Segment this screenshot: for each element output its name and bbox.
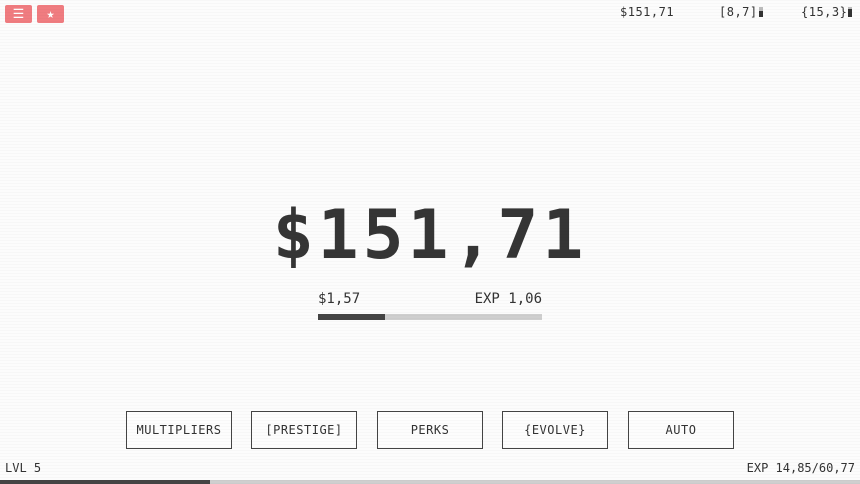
header-bracket-value: [8,7]	[719, 5, 758, 19]
perks-button[interactable]: PERKS	[377, 411, 483, 449]
main-money-display[interactable]: $151,71	[0, 196, 860, 275]
tick-progress-bar	[318, 314, 542, 320]
brace-level-bar	[848, 7, 853, 17]
menu-icon[interactable]: ☰	[5, 5, 32, 23]
bracket-level-fill	[758, 11, 763, 17]
multipliers-button[interactable]: MULTIPLIERS	[126, 411, 232, 449]
header-brace-value: {15,3}	[801, 5, 848, 19]
exp-progress-bar	[0, 480, 860, 484]
star-icon[interactable]: ★	[37, 5, 64, 23]
level-label: LVL 5	[5, 461, 42, 475]
brace-level-fill	[848, 9, 853, 17]
header-bracket-stat: [8,7]	[719, 5, 763, 19]
prestige-button[interactable]: [PRESTIGE]	[251, 411, 357, 449]
exp-per-tick: EXP 1,06	[474, 291, 542, 307]
money-per-tick: $1,57	[318, 291, 361, 307]
exp-total-label: EXP 14,85/60,77	[746, 461, 855, 475]
bracket-level-bar	[758, 7, 763, 17]
header-money: $151,71	[620, 5, 675, 19]
header-brace-stat: {15,3}	[801, 5, 853, 19]
auto-button[interactable]: AUTO	[628, 411, 734, 449]
tick-progress-fill	[318, 314, 386, 320]
exp-progress-fill	[0, 480, 210, 484]
evolve-button[interactable]: {EVOLVE}	[502, 411, 608, 449]
